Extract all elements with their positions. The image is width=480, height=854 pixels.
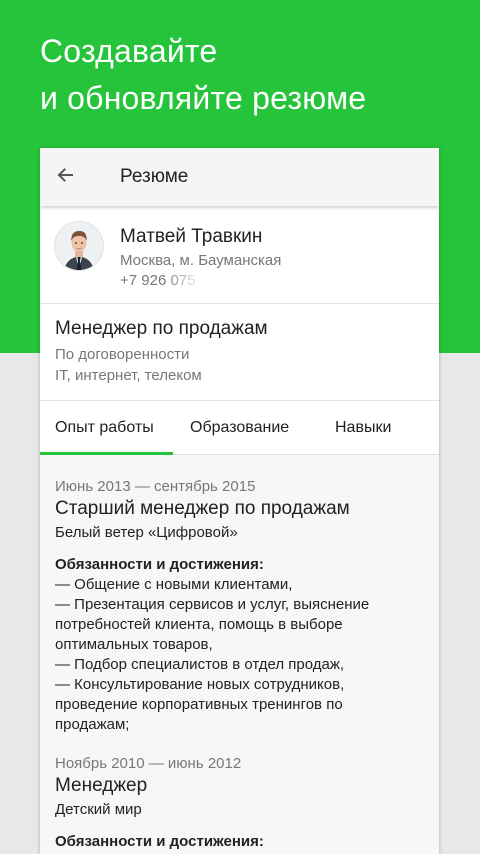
duty-line: продажам; [55, 716, 130, 733]
profile-section[interactable]: Матвей Травкин Москва, м. Бауманская +7 … [40, 206, 439, 304]
job-period: Июнь 2013 — сентябрь 2015 [55, 478, 256, 495]
back-button[interactable] [48, 160, 82, 194]
resume-tabs: Опыт работы Образование Навыки [40, 401, 439, 455]
duty-line: — Общение с новыми клиентами, [55, 576, 293, 593]
duty-line: — Презентация сервисов и услуг, выяснени… [55, 596, 370, 613]
promo-line-2: и обновляйте резюме [40, 80, 367, 116]
profile-name: Матвей Травкин [120, 226, 263, 247]
duties-list: — Общение с новыми клиентами, — Презента… [55, 575, 424, 735]
job-company: Белый ветер «Цифровой» [55, 524, 238, 541]
profile-location: Москва, м. Бауманская [120, 252, 282, 269]
duties-title: Обязанности и достижения: [55, 556, 264, 573]
resume-card: Резюме Матвей Травкин Москва, м. Бауманс… [40, 148, 439, 854]
duty-line: оптимальных товаров, [55, 636, 213, 653]
profile-phone: +7 926 075 [120, 272, 196, 289]
duties-title: Обязанности и достижения: [55, 833, 264, 850]
position-title: Менеджер по продажам [55, 318, 268, 339]
avatar [55, 222, 103, 270]
tab-education[interactable]: Образование [190, 401, 289, 454]
job-entry: Ноябрь 2010 — июнь 2012 Менеджер Детский… [55, 735, 424, 852]
promo-headline: Создавайте и обновляйте резюме [40, 28, 460, 122]
desired-position-section[interactable]: Менеджер по продажам По договоренности I… [40, 304, 439, 401]
position-industry: IT, интернет, телеком [55, 367, 202, 384]
app-toolbar: Резюме [40, 148, 439, 206]
tab-experience[interactable]: Опыт работы [55, 401, 154, 454]
arrow-back-icon [55, 165, 75, 190]
duty-line: — Консультирование новых сотрудников, [55, 676, 345, 693]
job-title: Менеджер [55, 775, 148, 796]
duty-line: потребностей клиента, помощь в выборе [55, 616, 343, 633]
promo-line-1: Создавайте [40, 33, 218, 69]
toolbar-title: Резюме [120, 166, 189, 187]
job-entry: Июнь 2013 — сентябрь 2015 Старший менедж… [55, 455, 424, 735]
position-salary: По договоренности [55, 346, 190, 363]
tab-skills[interactable]: Навыки [335, 401, 391, 454]
job-company: Детский мир [55, 801, 142, 818]
experience-list: Июнь 2013 — сентябрь 2015 Старший менедж… [40, 455, 439, 854]
job-period: Ноябрь 2010 — июнь 2012 [55, 755, 242, 772]
duty-line: проведение корпоративных тренингов по [55, 696, 343, 713]
job-title: Старший менеджер по продажам [55, 498, 350, 519]
duty-line: — Подбор специалистов в отдел продаж, [55, 656, 345, 673]
